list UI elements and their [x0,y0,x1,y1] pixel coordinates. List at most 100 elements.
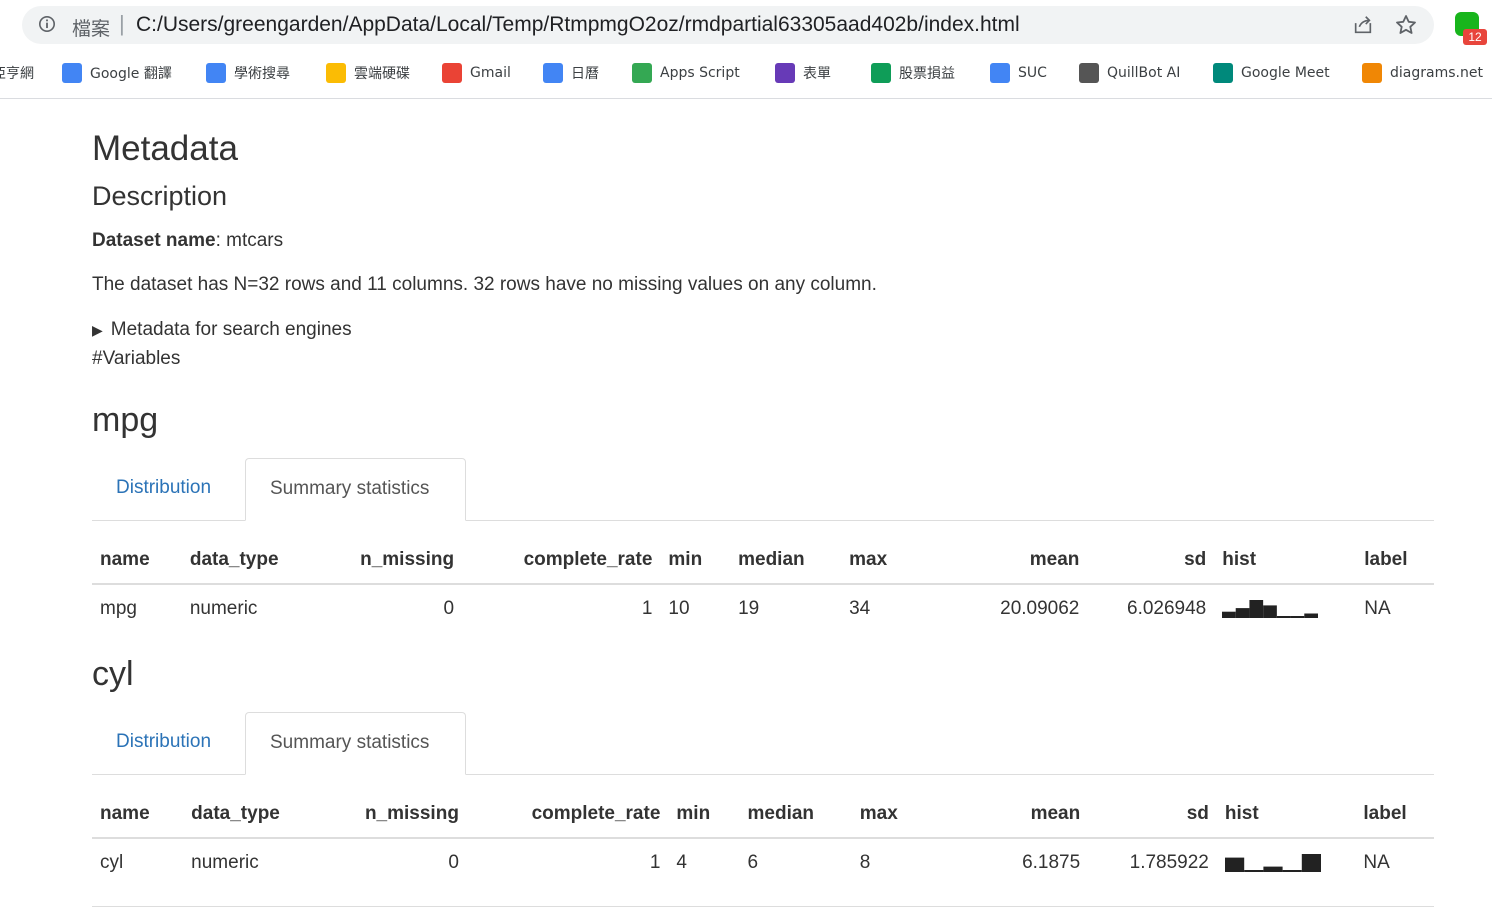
bookmark-item[interactable]: Google Meet [1213,62,1330,84]
section-heading: Description [92,181,228,211]
table-cell-data_type: numeric [189,598,258,619]
bookmark-label: Apps Script [660,65,740,81]
column-header: median [730,537,842,585]
table-header-row: name data_type n_missing complete_rate min me… [92,791,1434,839]
page-title: Metadata [92,129,238,168]
table-cell-mean: 6.1875 [1022,852,1081,873]
table-row: cyl numeric 0 1 4 6 8 6.1875 1.785922 NA [92,838,1434,887]
dataset-summary: The dataset has N=32 rows and 11 columns… [92,274,877,295]
column-header: data_type [183,791,334,839]
quill-icon [1079,63,1099,83]
variable-heading-cyl: cyl [92,655,134,693]
bookmark-item[interactable]: Apps Script [632,62,740,84]
share-icon[interactable] [1352,14,1374,36]
bookmark-item[interactable]: 學術搜尋 [206,62,290,84]
histogram-cell [1214,584,1356,633]
drive-icon [326,63,346,83]
tab-summary-statistics[interactable]: Summary statistics [245,458,466,521]
table-cell-min: 10 [668,598,690,619]
table-cell-data_type: numeric [191,852,259,873]
bookmark-item[interactable]: Gmail [442,62,511,84]
info-icon[interactable] [38,15,56,33]
tabset-cyl: Distribution Summary statistics [92,712,1434,775]
bookmark-item[interactable]: diagrams.net [1362,62,1483,84]
column-header: min [668,791,740,839]
bookmark-label: 股票損益 [899,66,955,82]
tab-distribution[interactable]: Distribution [92,458,235,520]
tab-distribution[interactable]: Distribution [92,712,235,774]
bookmark-label: diagrams.net [1390,65,1483,81]
url-separator: | [119,11,125,36]
bookmark-item[interactable]: 亞亨網 [0,62,34,84]
calendar-icon [543,63,563,83]
column-header: hist [1216,791,1356,839]
histogram-bar [1277,615,1291,618]
table-cell-label: NA [1364,598,1391,619]
bookmark-label: 學術搜尋 [234,66,290,82]
table-cell-max: 8 [859,852,871,873]
bookmark-label: 日曆 [571,66,599,82]
histogram-bar [1235,608,1250,618]
column-header: sd [1088,791,1217,839]
page-divider [92,906,1434,907]
dataset-value: : mtcars [215,230,284,251]
table-cell-sd: 1.785922 [1129,852,1209,873]
table-cell-n_missing: 0 [448,852,459,873]
column-header: mean [949,791,1089,839]
bookmark-item[interactable]: 雲端硬碟 [326,62,410,84]
table-cell-sd: 6.026948 [1127,598,1207,619]
search-metadata-toggle[interactable]: ▶ Metadata for search engines [92,319,352,341]
bookmarks-bar: 亞亨網 Google 翻譯 學術搜尋 雲端硬碟 Gmail 日曆 Apps Script 表單… [0,54,1492,90]
histogram-bar [1244,869,1264,872]
histogram-bar [1249,599,1264,618]
table-row: mpg numeric 0 1 10 19 34 20.09062 6.026948 NA [92,584,1434,633]
bookmark-label: 亞亨網 [0,66,34,82]
column-header: n_missing [333,791,467,839]
tab-summary-statistics[interactable]: Summary statistics [245,712,466,775]
bookmark-item[interactable]: 日曆 [543,62,599,84]
histogram-bar [1224,857,1245,872]
dataset-name-line: Dataset name: mtcars [92,230,283,252]
star-icon[interactable] [1394,13,1418,37]
url-scheme-label: 檔案 [72,18,111,40]
table-cell-median: 6 [747,852,759,873]
histogram-bar [1301,853,1321,872]
bookmark-item[interactable]: QuillBot AI [1079,62,1180,84]
bookmark-label: Google 翻譯 [90,66,172,82]
table-header-row: name data_type n_missing complete_rate min me… [92,537,1434,585]
bookmark-label: Gmail [470,65,511,81]
column-header: data_type [181,537,329,585]
histogram-bar [1304,613,1319,618]
column-header: sd [1087,537,1215,585]
column-header: name [92,537,182,585]
column-header: n_missing [328,537,463,585]
column-header: complete_rate [462,537,661,585]
tabset-mpg: Distribution Summary statistics [92,458,1434,521]
meet-icon [1213,63,1233,83]
column-header: mean [937,537,1088,585]
bookmark-item[interactable]: SUC [990,62,1047,84]
bookmark-item[interactable]: 股票損益 [871,62,955,84]
diagrams-icon [1362,63,1382,83]
table-cell-label: NA [1363,852,1390,873]
bookmark-item[interactable]: Google 翻譯 [62,62,172,84]
docs-icon [990,63,1010,83]
summary-table-mpg: name data_type n_missing complete_rate min me… [92,537,1434,633]
bookmark-label: Google Meet [1241,65,1330,81]
histogram-bar [1282,869,1302,872]
table-cell-complete_rate: 1 [641,598,653,619]
url-text[interactable]: C:/Users/greengarden/AppData/Local/Temp/… [136,13,1020,37]
column-header: median [739,791,852,839]
disclosure-triangle-icon: ▶ [92,322,103,338]
bookmark-item[interactable]: 表單 [775,62,831,84]
histogram-bar [1222,611,1236,618]
variable-heading-mpg: mpg [92,401,159,439]
histogram-sparkline [1224,853,1321,872]
address-bar[interactable]: 檔案 | C:/Users/greengarden/AppData/Local/… [22,6,1434,44]
toolbar-divider [0,98,1492,99]
table-cell-median: 19 [738,598,760,619]
column-header: label [1355,791,1434,839]
sheets-icon [871,63,891,83]
histogram-sparkline [1222,599,1319,618]
histogram-cell [1217,838,1356,887]
